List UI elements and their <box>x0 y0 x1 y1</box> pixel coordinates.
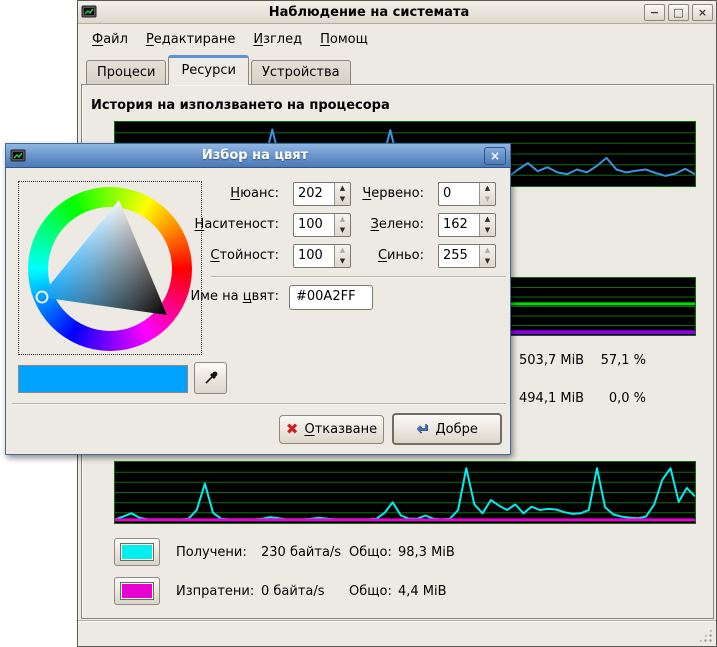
window-title: Наблюдение на системата <box>97 5 641 20</box>
cancel-button[interactable]: ✖ Отказване <box>279 415 384 444</box>
app-icon <box>81 4 97 20</box>
cancel-button-label: Отказване <box>304 422 377 437</box>
received-color-button[interactable] <box>114 538 160 566</box>
cpu-history-title: История на използването на процесора <box>91 98 390 113</box>
menu-file[interactable]: Файл <box>83 28 137 51</box>
received-rate: 230 байта/s <box>261 545 341 560</box>
tab-devices[interactable]: Устройства <box>251 60 351 85</box>
eyedropper-button[interactable] <box>194 362 227 394</box>
blue-input[interactable]: 255 <box>439 245 479 267</box>
current-color-swatch <box>18 365 188 393</box>
received-total-label: Общо: <box>349 545 392 560</box>
hue-label: Нюанс: <box>119 186 279 201</box>
main-titlebar[interactable]: Наблюдение на системата − □ × <box>78 1 716 24</box>
sent-rate: 0 байта/s <box>261 584 325 599</box>
sent-color-button[interactable] <box>114 577 160 605</box>
received-total: 98,3 MiB <box>398 545 455 560</box>
color-wheel[interactable] <box>18 181 202 355</box>
maximize-button[interactable]: □ <box>668 4 689 21</box>
swap-percent-value: 0,0 % <box>586 391 646 406</box>
maximize-icon: □ <box>673 7 683 18</box>
hsv-rgb-separator <box>211 276 506 278</box>
buttons-separator <box>12 403 506 405</box>
sent-color-swatch <box>120 582 154 600</box>
menu-edit[interactable]: Редактиране <box>137 28 244 51</box>
statusbar <box>78 620 716 646</box>
red-label: Червено: <box>296 186 424 201</box>
blue-spin-down-icon[interactable]: ▼ <box>480 256 495 267</box>
red-spin-up-icon[interactable]: ▲ <box>480 183 495 194</box>
minimize-icon: − <box>650 7 659 18</box>
value-label: Стойност: <box>119 248 279 263</box>
dialog-app-icon <box>10 148 26 164</box>
tab-processes[interactable]: Процеси <box>86 60 166 85</box>
close-icon: × <box>698 7 707 18</box>
eyedropper-icon <box>202 369 220 387</box>
cancel-icon: ✖ <box>286 422 299 437</box>
close-button[interactable]: × <box>692 4 713 21</box>
green-spin-down-icon[interactable]: ▼ <box>480 225 495 236</box>
green-spin-up-icon[interactable]: ▲ <box>480 214 495 225</box>
sent-total-label: Общо: <box>349 584 392 599</box>
menu-help[interactable]: Помощ <box>311 28 377 51</box>
ok-icon: ↵ <box>416 421 429 437</box>
tab-resources[interactable]: Ресурси <box>168 55 249 85</box>
red-spinbox[interactable]: 0 ▲▼ <box>438 182 496 206</box>
minimize-button[interactable]: − <box>644 4 665 21</box>
ok-button-label: Добре <box>436 422 478 437</box>
dialog-close-icon: × <box>490 150 500 162</box>
tab-bar: Процеси Ресурси Устройства <box>86 55 353 85</box>
resize-grip[interactable] <box>698 628 713 643</box>
swap-total-value: 494,1 MiB <box>519 391 584 406</box>
memory-total-value: 503,7 MiB <box>519 353 584 368</box>
color-name-label: Име на цвят: <box>119 289 279 304</box>
color-name-input[interactable]: #00A2FF <box>289 285 373 310</box>
received-color-swatch <box>120 543 154 561</box>
network-history-chart <box>114 461 696 524</box>
menubar: Файл Редактиране Изглед Помощ <box>79 25 715 53</box>
blue-spin-up-icon[interactable]: ▲ <box>480 245 495 256</box>
saturation-label: Наситеност: <box>119 217 279 232</box>
ok-button[interactable]: ↵ Добре <box>392 413 502 445</box>
sent-label: Изпратени: <box>176 584 254 599</box>
green-input[interactable]: 162 <box>439 214 479 236</box>
green-spinbox[interactable]: 162 ▲▼ <box>438 213 496 237</box>
menu-view[interactable]: Изглед <box>244 28 311 51</box>
hsv-triangle[interactable] <box>19 182 203 356</box>
dialog-title: Избор на цвят <box>26 148 484 163</box>
color-picker-dialog: Избор на цвят × <box>5 143 511 455</box>
blue-label: Синьо: <box>296 248 424 263</box>
dialog-titlebar[interactable]: Избор на цвят × <box>6 144 510 168</box>
dialog-close-button[interactable]: × <box>484 147 506 165</box>
sent-total: 4,4 MiB <box>398 584 447 599</box>
red-input[interactable]: 0 <box>439 183 479 205</box>
red-spin-down-icon[interactable]: ▼ <box>480 194 495 205</box>
memory-percent-value: 57,1 % <box>586 353 646 368</box>
received-label: Получени: <box>176 545 247 560</box>
green-label: Зелено: <box>296 217 424 232</box>
blue-spinbox[interactable]: 255 ▲▼ <box>438 244 496 268</box>
